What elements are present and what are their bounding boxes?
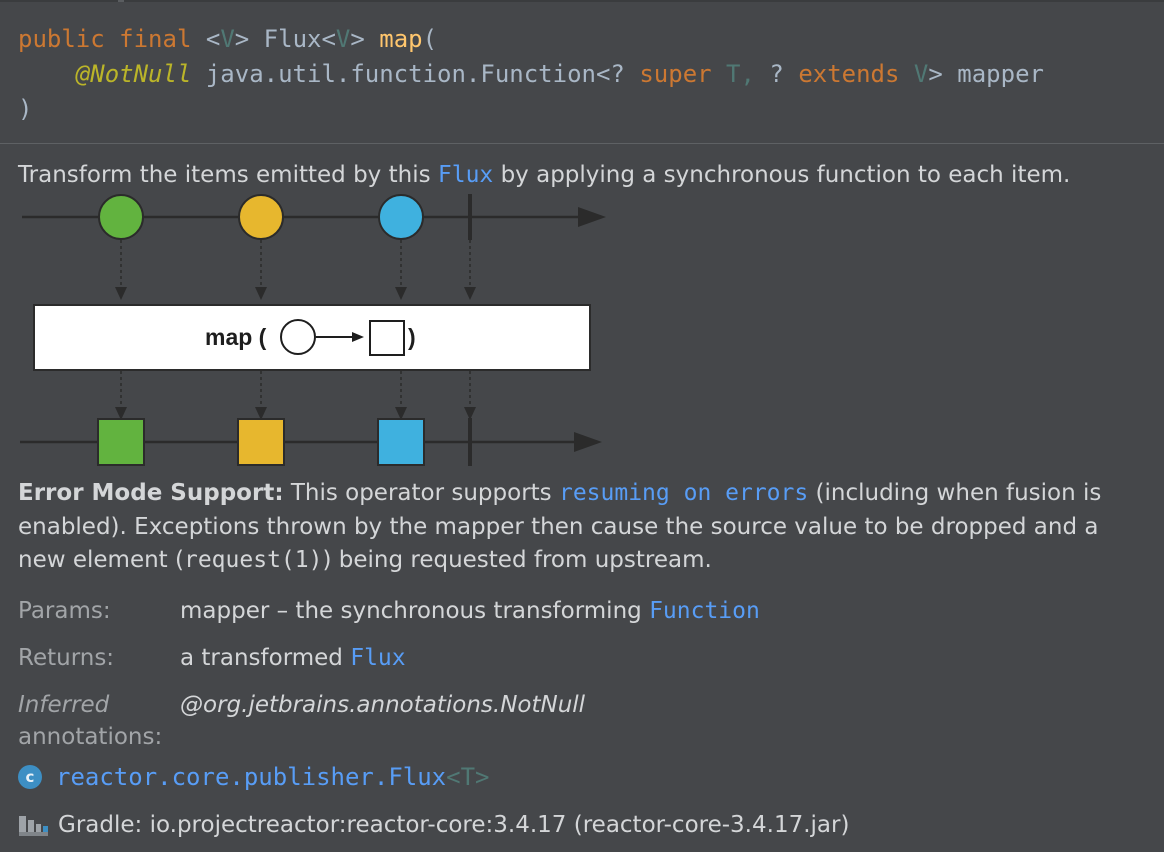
result-item-yellow (237, 418, 285, 466)
library-icon (19, 816, 48, 836)
resuming-on-errors-link[interactable]: resuming on errors (559, 480, 808, 506)
marble-diagram: map ( ) (20, 194, 606, 466)
class-icon: c (18, 765, 42, 789)
result-item-blue (377, 418, 425, 466)
params-value: mapper – the synchronous transforming Fu… (180, 598, 760, 624)
source-item-blue (378, 194, 424, 240)
error-mode-heading: Error Mode Support: (18, 480, 284, 506)
returns-value: a transformed Flux (180, 645, 406, 671)
returns-flux-link[interactable]: Flux (350, 645, 405, 671)
request-code: request(1) (183, 547, 323, 573)
signature-divider (0, 143, 1164, 144)
inferred-annotations-label: Inferred annotations: (18, 692, 163, 750)
method-signature: public final <V> Flux<V> map( @NotNull j… (18, 25, 1044, 123)
operator-label: map ( (205, 324, 267, 350)
result-item-green (97, 418, 145, 466)
source-item-yellow (238, 194, 284, 240)
library-info: Gradle: io.projectreactor:reactor-core:3… (18, 808, 849, 842)
error-mode-section: Error Mode Support: This operator suppor… (18, 480, 1102, 573)
notnull-annotation: @NotNull (75, 60, 192, 88)
popup-top-border (0, 0, 1164, 2)
params-label: Params: (18, 598, 111, 624)
operator-close: ) (408, 324, 416, 350)
documentation-popup: public final <V> Flux<V> map( @NotNull j… (0, 0, 1164, 852)
source-timeline-arrow (578, 207, 606, 227)
operator-input-circle (280, 319, 316, 355)
library-text: Gradle: io.projectreactor:reactor-core:3… (58, 812, 850, 838)
returns-label: Returns: (18, 645, 115, 671)
function-link[interactable]: Function (649, 598, 760, 624)
class-link[interactable]: reactor.core.publisher.Flux<T> (56, 763, 490, 791)
result-timeline-arrow (574, 432, 602, 452)
param-name: mapper (957, 60, 1044, 88)
return-type: Flux (263, 25, 322, 53)
param-type: java.util.function.Function (205, 60, 596, 88)
flux-link[interactable]: Flux (438, 162, 493, 188)
operator-output-square (369, 320, 405, 356)
source-item-green (98, 194, 144, 240)
inferred-annotation-value: @org.jetbrains.annotations.NotNull (180, 692, 586, 718)
method-name: map (379, 25, 423, 53)
containing-class: c reactor.core.publisher.Flux<T> (18, 760, 490, 794)
method-description: Transform the items emitted by this Flux… (18, 162, 1071, 188)
